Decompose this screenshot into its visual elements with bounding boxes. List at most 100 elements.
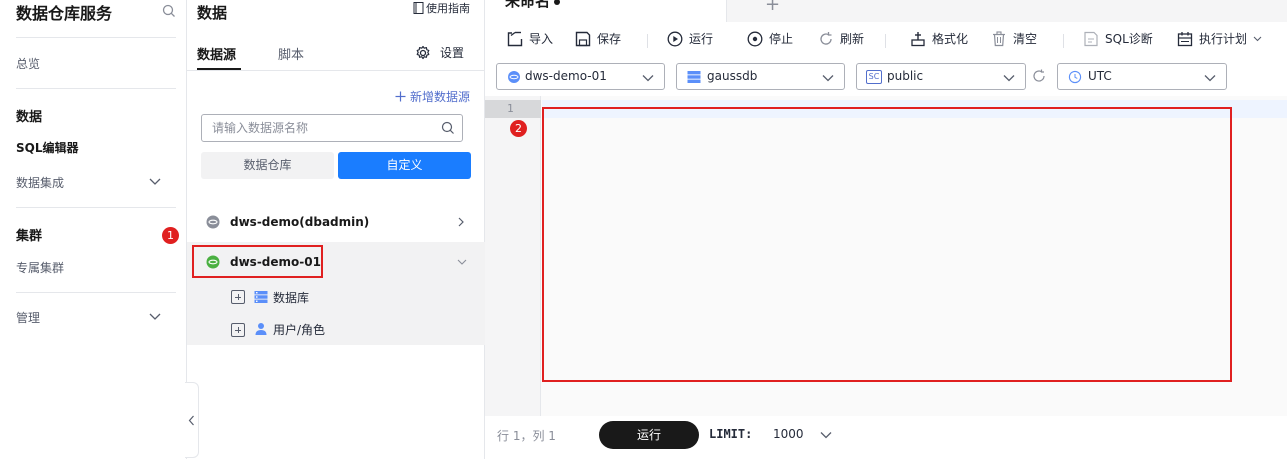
- timezone-select-value: UTC: [1088, 69, 1112, 83]
- nav-item-manage[interactable]: 管理: [16, 309, 40, 326]
- toolbar-divider: [647, 34, 648, 48]
- user-icon: [255, 323, 267, 335]
- database-select[interactable]: gaussdb: [676, 63, 845, 90]
- limit-select-value[interactable]: 1000: [773, 427, 804, 441]
- tree-item-database[interactable]: 数据库: [187, 281, 485, 313]
- refresh-label: 刷新: [840, 32, 865, 46]
- datasource-search-input[interactable]: [202, 115, 432, 141]
- clear-button[interactable]: 清空: [991, 30, 1037, 47]
- refresh-icon: [820, 31, 832, 45]
- line-gutter: 1: [485, 96, 541, 416]
- stop-button[interactable]: 停止: [747, 30, 793, 47]
- import-icon: [507, 31, 523, 46]
- status-bar: 行 1，列 1 运行 LIMIT: 1000: [485, 416, 1287, 459]
- run-button[interactable]: 运行: [599, 421, 699, 449]
- database-icon: [687, 71, 701, 83]
- highlight-box-datasource: [192, 245, 323, 278]
- refresh-button[interactable]: 刷新: [818, 30, 864, 47]
- sql-diagnose-button[interactable]: SQL诊断: [1083, 30, 1153, 47]
- nav-divider: [16, 292, 176, 293]
- line-number-row: 1: [485, 100, 541, 118]
- database-select-value: gaussdb: [707, 69, 758, 83]
- expand-icon[interactable]: [231, 323, 245, 337]
- search-icon[interactable]: [162, 4, 176, 18]
- chevron-down-icon[interactable]: [820, 431, 832, 439]
- nav-item-data-integration[interactable]: 数据集成: [16, 174, 64, 191]
- chevron-down-icon: [1003, 75, 1015, 82]
- chevron-down-icon: [642, 75, 654, 82]
- nav-divider: [16, 207, 176, 208]
- chevron-right-icon[interactable]: [457, 217, 465, 227]
- highlight-box-editor: [542, 107, 1232, 382]
- datasource-select[interactable]: dws-demo-01: [496, 63, 665, 90]
- editor-tabs: 未命名 +: [485, 0, 1287, 22]
- unsaved-dot-icon: [554, 0, 561, 5]
- format-button[interactable]: 格式化: [910, 30, 968, 47]
- toolbar-divider: [1063, 34, 1064, 48]
- editor-tab-unnamed[interactable]: 未命名: [485, 0, 727, 22]
- nav-group-data: 数据: [16, 110, 43, 125]
- tree-item-label: 用户/角色: [273, 323, 326, 337]
- search-icon[interactable]: [441, 121, 455, 135]
- chevron-down-icon: [1204, 75, 1216, 82]
- chevron-down-icon[interactable]: [457, 258, 467, 266]
- expand-icon[interactable]: [231, 290, 245, 304]
- trash-icon: [993, 30, 1005, 46]
- save-icon: [575, 31, 591, 46]
- settings-button[interactable]: 设置: [415, 44, 464, 61]
- exec-plan-button[interactable]: 执行计划: [1177, 30, 1262, 47]
- add-tab-icon[interactable]: +: [765, 0, 780, 15]
- segment-warehouse[interactable]: 数据仓库: [201, 152, 334, 179]
- sql-diagnose-label: SQL诊断: [1105, 32, 1153, 46]
- stop-label: 停止: [769, 32, 794, 46]
- tab-divider: [187, 70, 485, 71]
- chevron-down-icon[interactable]: [149, 313, 161, 321]
- import-label: 导入: [529, 32, 554, 46]
- tree-item-users-roles[interactable]: 用户/角色: [187, 313, 485, 345]
- run-label: 运行: [689, 32, 714, 46]
- editor-tab-label: 未命名: [505, 0, 551, 10]
- nav-item-overview[interactable]: 总览: [16, 55, 40, 72]
- panel-title: 数据: [197, 4, 228, 22]
- datasource-search: [201, 114, 463, 142]
- user-guide-label: 使用指南: [426, 2, 470, 15]
- run-toolbar-button[interactable]: 运行: [667, 30, 713, 47]
- schema-select[interactable]: SC public: [856, 63, 1026, 90]
- import-button[interactable]: 导入: [507, 30, 553, 47]
- save-button[interactable]: 保存: [575, 30, 621, 47]
- chevron-left-icon: [188, 415, 194, 426]
- nav-divider: [16, 88, 176, 89]
- timezone-select[interactable]: UTC: [1057, 63, 1227, 90]
- schema-icon: SC: [866, 70, 882, 84]
- datasource-row[interactable]: dws-demo(dbadmin): [187, 202, 485, 241]
- plus-icon: [395, 91, 406, 102]
- tab-script[interactable]: 脚本: [278, 44, 304, 63]
- gear-icon: [416, 45, 430, 59]
- add-datasource-button[interactable]: 新增数据源: [395, 88, 470, 105]
- line-number: 1: [507, 102, 514, 115]
- nav-group-cluster: 集群: [16, 229, 43, 244]
- step-badge-1: 1: [162, 227, 179, 244]
- datasource-icon: [206, 215, 220, 228]
- settings-label: 设置: [440, 46, 465, 60]
- collapse-panel-button[interactable]: [185, 382, 199, 458]
- datasource-select-value: dws-demo-01: [525, 69, 607, 83]
- chevron-down-icon: [822, 75, 834, 82]
- chevron-down-icon[interactable]: [149, 178, 161, 186]
- format-icon: [911, 31, 925, 46]
- tab-strip-bg: [727, 0, 1287, 22]
- app-title: 数据仓库服务: [16, 4, 113, 23]
- tab-datasource[interactable]: 数据源: [197, 44, 236, 63]
- save-label: 保存: [597, 32, 622, 46]
- book-icon: [413, 2, 424, 14]
- refresh-icon[interactable]: [1032, 69, 1046, 83]
- user-guide-link[interactable]: 使用指南: [413, 0, 470, 16]
- nav-item-sql-editor[interactable]: SQL编辑器: [16, 139, 79, 156]
- segment-custom[interactable]: 自定义: [338, 152, 471, 179]
- datasource-panel: 数据 使用指南 数据源 脚本 设置 新增数据源 请输入数据源名称 数据仓库 自定…: [187, 0, 485, 459]
- stop-icon: [747, 31, 763, 46]
- clear-label: 清空: [1013, 32, 1038, 46]
- database-icon: [254, 291, 268, 303]
- nav-item-dedicated-cluster[interactable]: 专属集群: [16, 259, 64, 276]
- datasource-name: dws-demo(dbadmin): [230, 214, 370, 229]
